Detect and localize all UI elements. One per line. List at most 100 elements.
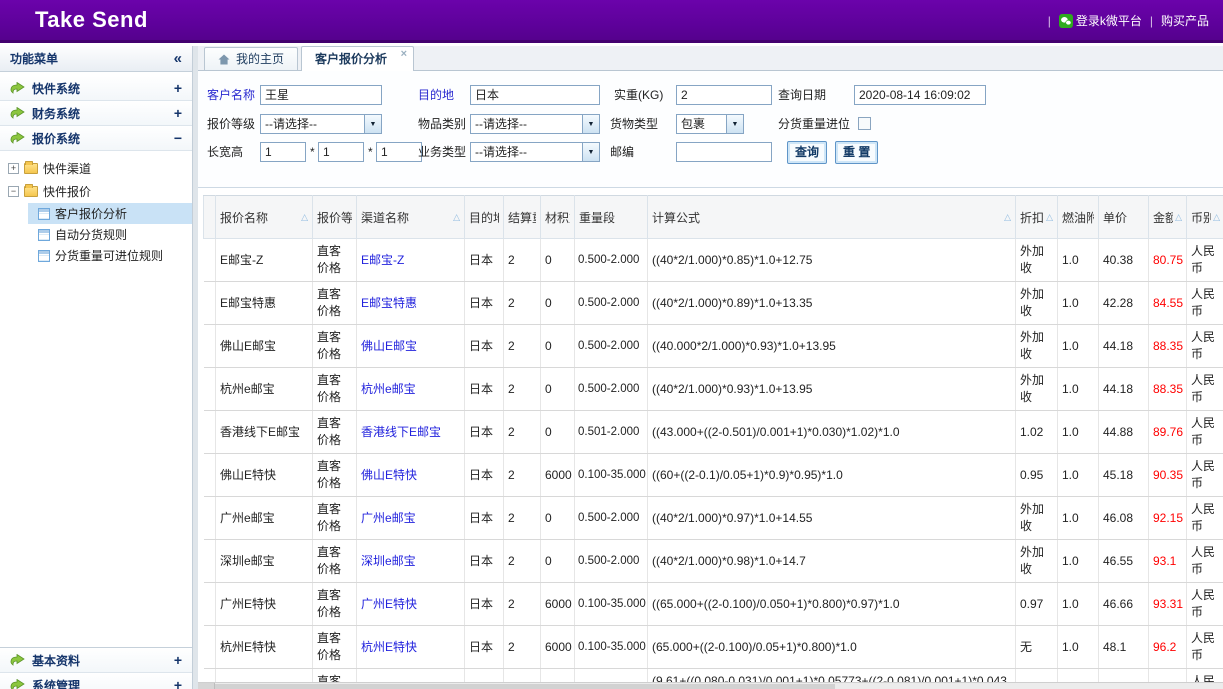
cell-channel[interactable]: 广州e邮宝 bbox=[357, 497, 465, 540]
table-row[interactable]: 杭州e邮宝直客价格杭州e邮宝日本200.500-2.000((40*2/1.00… bbox=[204, 368, 1223, 411]
channel-link[interactable]: 佛山E邮宝 bbox=[361, 339, 417, 353]
channel-link[interactable]: E邮宝-Z bbox=[361, 253, 404, 267]
column-label: 折扣 bbox=[1020, 209, 1044, 226]
column-header-name[interactable]: 报价名称△ bbox=[216, 196, 313, 239]
split-weight-rounding-checkbox[interactable] bbox=[858, 117, 871, 130]
expand-plus-icon[interactable]: + bbox=[174, 80, 182, 96]
tree-leaf-customer-quote-analysis[interactable]: 客户报价分析 bbox=[28, 203, 192, 224]
sidebar-section-basic-data[interactable]: 基本资料 + bbox=[0, 648, 192, 673]
table-row[interactable]: E邮宝特惠直客价格E邮宝特惠日本200.500-2.000((40*2/1.00… bbox=[204, 282, 1223, 325]
horizontal-scrollbar[interactable] bbox=[198, 682, 1223, 689]
scrollbar-thumb[interactable] bbox=[215, 684, 835, 689]
channel-link[interactable]: E邮宝特惠 bbox=[361, 296, 417, 310]
table-row[interactable]: E邮宝-Z直客价格E邮宝-Z日本200.500-2.000((40*2/1.00… bbox=[204, 239, 1223, 282]
cell-channel[interactable]: 杭州E特快 bbox=[357, 626, 465, 669]
actual-weight-input[interactable]: 2 bbox=[676, 85, 772, 105]
expand-plus-icon[interactable]: + bbox=[174, 677, 182, 689]
postcode-input[interactable] bbox=[676, 142, 772, 162]
scrollbar-button[interactable] bbox=[198, 683, 215, 689]
topbar-links: | 登录k微平台 | 购买产品 bbox=[1048, 12, 1209, 29]
tab-my-homepage[interactable]: 我的主页 bbox=[204, 47, 298, 70]
channel-link[interactable]: 佛山E特快 bbox=[361, 468, 417, 482]
expand-plus-icon[interactable]: + bbox=[174, 652, 182, 668]
sidebar-section-quote-system[interactable]: 报价系统 − bbox=[0, 126, 192, 151]
channel-link[interactable]: 香港线下E邮宝 bbox=[361, 425, 441, 439]
height-input[interactable]: 1 bbox=[376, 142, 422, 162]
channel-link[interactable]: 广州e邮宝 bbox=[361, 511, 416, 525]
column-header-currency[interactable]: 币别△ bbox=[1187, 196, 1223, 239]
channel-link[interactable]: 杭州E特快 bbox=[361, 640, 417, 654]
table-row[interactable]: 深圳e邮宝直客价格深圳e邮宝日本200.500-2.000((40*2/1.00… bbox=[204, 540, 1223, 583]
tree-leaf-auto-split-rules[interactable]: 自动分货规则 bbox=[28, 224, 192, 245]
quote-level-select[interactable]: --请选择-- ▼ bbox=[260, 114, 382, 134]
cell-channel[interactable]: 深圳e邮宝 bbox=[357, 540, 465, 583]
dropdown-arrow-icon[interactable]: ▼ bbox=[364, 115, 381, 133]
table-row[interactable]: 杭州E特快直客价格杭州E特快日本260000.100-35.000(65.000… bbox=[204, 626, 1223, 669]
destination-input[interactable]: 日本 bbox=[470, 85, 600, 105]
cell-channel[interactable]: E邮宝-Z bbox=[357, 239, 465, 282]
cell-channel[interactable]: 佛山E特快 bbox=[357, 454, 465, 497]
cell-channel[interactable]: 杭州e邮宝 bbox=[357, 368, 465, 411]
cell-unit: 44.18 bbox=[1099, 368, 1149, 411]
table-row[interactable]: 广州E特快直客价格广州E特快日本260000.100-35.000((65.00… bbox=[204, 583, 1223, 626]
dropdown-arrow-icon[interactable]: ▼ bbox=[582, 143, 599, 161]
reset-button[interactable]: 重 置 bbox=[835, 141, 878, 164]
sort-icon[interactable]: △ bbox=[1173, 212, 1182, 223]
cell-name: 广州E特快 bbox=[216, 583, 313, 626]
expand-plus-icon[interactable]: + bbox=[174, 105, 182, 121]
business-type-select[interactable]: --请选择-- ▼ bbox=[470, 142, 600, 162]
dropdown-arrow-icon[interactable]: ▼ bbox=[726, 115, 743, 133]
sidebar-section-express-system[interactable]: 快件系统 + bbox=[0, 76, 192, 101]
tree-node-express-channel[interactable]: + 快件渠道 bbox=[0, 157, 192, 180]
cell-channel[interactable]: E邮宝特惠 bbox=[357, 282, 465, 325]
query-date-input[interactable]: 2020-08-14 16:09:02 bbox=[854, 85, 986, 105]
table-row[interactable]: 香港线下E邮宝直客价格香港线下E邮宝日本200.501-2.000((43.00… bbox=[204, 411, 1223, 454]
column-header-discount[interactable]: 折扣△ bbox=[1016, 196, 1058, 239]
item-category-select[interactable]: --请选择-- ▼ bbox=[470, 114, 600, 134]
length-input[interactable]: 1 bbox=[260, 142, 306, 162]
cell-settle: 2 bbox=[504, 368, 541, 411]
channel-link[interactable]: 杭州e邮宝 bbox=[361, 382, 416, 396]
customer-name-input[interactable]: 王星 bbox=[260, 85, 382, 105]
cell-settle: 2 bbox=[504, 454, 541, 497]
search-button[interactable]: 查询 bbox=[787, 141, 827, 164]
sort-icon[interactable]: △ bbox=[1044, 212, 1053, 223]
channel-link[interactable]: 深圳e邮宝 bbox=[361, 554, 416, 568]
expander-minus-icon[interactable]: − bbox=[8, 186, 19, 197]
report-icon bbox=[38, 229, 50, 241]
sort-icon[interactable]: △ bbox=[299, 212, 308, 223]
buy-product-link[interactable]: 购买产品 bbox=[1161, 12, 1209, 29]
dropdown-arrow-icon[interactable]: ▼ bbox=[582, 115, 599, 133]
sort-icon[interactable]: △ bbox=[451, 212, 460, 223]
cell-channel[interactable]: 佛山E邮宝 bbox=[357, 325, 465, 368]
column-header-channel[interactable]: 渠道名称△ bbox=[357, 196, 465, 239]
cell-level: 直客价格 bbox=[313, 626, 357, 669]
sort-icon[interactable]: △ bbox=[1211, 212, 1220, 223]
close-tab-icon[interactable]: × bbox=[401, 49, 407, 59]
expander-plus-icon[interactable]: + bbox=[8, 163, 19, 174]
table-row[interactable]: 佛山E特快直客价格佛山E特快日本260000.100-35.000((60+((… bbox=[204, 454, 1223, 497]
table-row[interactable]: 佛山E邮宝直客价格佛山E邮宝日本200.500-2.000((40.000*2/… bbox=[204, 325, 1223, 368]
cell-channel[interactable]: 广州E特快 bbox=[357, 583, 465, 626]
sidebar-section-system-management[interactable]: 系统管理 + bbox=[0, 673, 192, 689]
table-row[interactable]: 广州e邮宝直客价格广州e邮宝日本200.500-2.000((40*2/1.00… bbox=[204, 497, 1223, 540]
width-input[interactable]: 1 bbox=[318, 142, 364, 162]
sidebar-section-finance-system[interactable]: 财务系统 + bbox=[0, 101, 192, 126]
top-header-bar: Take Send | 登录k微平台 | 购买产品 bbox=[0, 0, 1223, 43]
sort-icon[interactable]: △ bbox=[1002, 212, 1011, 223]
cell-formula: ((40*2/1.000)*0.93)*1.0+13.95 bbox=[648, 368, 1016, 411]
split-weight-rounding-label: 分货重量进位 bbox=[778, 114, 850, 134]
cell-channel[interactable]: 香港线下E邮宝 bbox=[357, 411, 465, 454]
column-header-amount[interactable]: 金额△ bbox=[1149, 196, 1187, 239]
column-label: 材积重 bbox=[545, 209, 570, 226]
column-header-formula[interactable]: 计算公式△ bbox=[648, 196, 1016, 239]
tree-leaf-split-weight-rounding-rules[interactable]: 分货重量可进位规则 bbox=[28, 245, 192, 266]
tree-node-express-quote[interactable]: − 快件报价 bbox=[0, 180, 192, 203]
tree-node-label: 快件渠道 bbox=[43, 160, 91, 177]
collapse-sidebar-icon[interactable]: « bbox=[174, 50, 182, 67]
tab-customer-quote-analysis[interactable]: 客户报价分析 × bbox=[301, 46, 414, 71]
channel-link[interactable]: 广州E特快 bbox=[361, 597, 417, 611]
login-kwei-link[interactable]: 登录k微平台 bbox=[1059, 12, 1142, 29]
collapse-minus-icon[interactable]: − bbox=[174, 130, 182, 146]
cargo-type-select[interactable]: 包裹 ▼ bbox=[676, 114, 744, 134]
